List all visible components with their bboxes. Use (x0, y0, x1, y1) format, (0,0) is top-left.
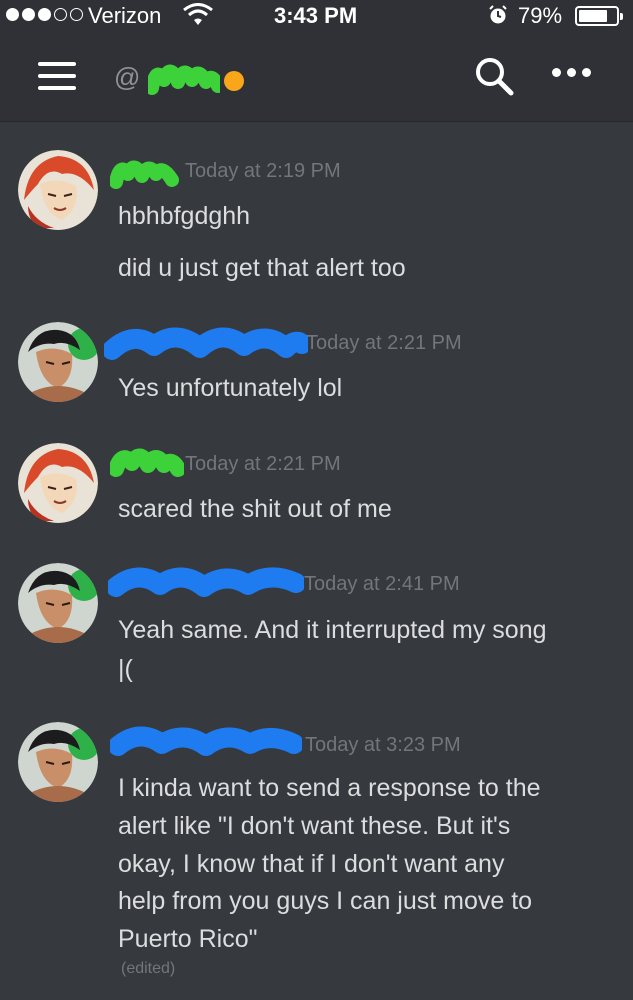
battery-fill (579, 10, 607, 22)
edited-label: (edited) (121, 960, 176, 977)
message-timestamp: Today at 2:41 PM (304, 573, 460, 595)
dm-at-icon: @ (114, 62, 141, 92)
battery-icon (575, 6, 623, 26)
orange-hair-avatar[interactable] (18, 443, 98, 523)
redacted-author-name[interactable] (104, 322, 308, 362)
message-text: scared the shit out of me (118, 495, 392, 523)
orange-hair-avatar[interactable] (18, 150, 98, 230)
message-timestamp: Today at 3:23 PM (305, 734, 461, 756)
message-text: Yes unfortunately lol (118, 374, 343, 402)
idle-status-dot (224, 71, 244, 91)
redacted-author-name[interactable] (110, 152, 180, 192)
status-bar: Verizon 3:43 PM 79% (0, 0, 633, 32)
message-timestamp: Today at 2:21 PM (185, 453, 341, 475)
message-text: Puerto Rico" (118, 925, 258, 953)
menu-icon[interactable] (38, 62, 76, 90)
clock: 3:43 PM (274, 3, 358, 28)
message-text: okay, I know that if I don't want any (118, 850, 505, 878)
wifi-icon (183, 3, 213, 25)
message-text: I kinda want to send a response to the (118, 774, 541, 802)
search-icon[interactable] (472, 54, 516, 98)
carrier-name: Verizon (88, 3, 162, 28)
message-text: alert like "I don't want these. But it's (118, 812, 511, 840)
message-timestamp: Today at 2:21 PM (306, 332, 462, 354)
boxer-avatar[interactable] (18, 722, 98, 802)
redacted-username-scribble (148, 64, 220, 95)
battery-percentage: 79% (518, 3, 563, 28)
alarm-icon (489, 5, 507, 24)
redacted-author-name[interactable] (110, 722, 302, 762)
message-text: did u just get that alert too (118, 254, 406, 282)
redacted-author-name[interactable] (110, 443, 184, 483)
message-text: Yeah same. And it interrupted my song (118, 616, 547, 644)
message-timestamp: Today at 2:19 PM (185, 160, 341, 182)
message-text: help from you guys I can just move to (118, 887, 533, 915)
channel-header: @ (0, 32, 633, 122)
signal-strength-icon (6, 8, 83, 21)
message-text: hbhbfgdghh (118, 202, 251, 230)
boxer-avatar[interactable] (18, 322, 98, 402)
boxer-avatar[interactable] (18, 563, 98, 643)
redacted-author-name[interactable] (108, 563, 304, 603)
message-text: |( (118, 655, 133, 683)
more-options-icon[interactable] (552, 68, 591, 77)
